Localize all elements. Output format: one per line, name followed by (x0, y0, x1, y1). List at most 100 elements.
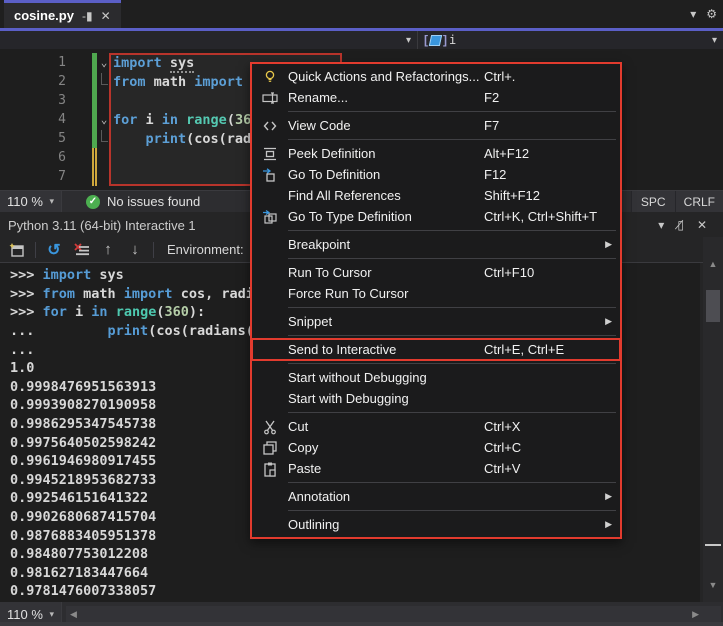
window-bottom-edge (0, 622, 723, 626)
menu-separator (252, 360, 620, 367)
line-number: 2 (0, 74, 68, 89)
line-number: 3 (0, 93, 68, 108)
clear-screen-icon[interactable] (72, 241, 90, 259)
change-tracking-bar (92, 72, 97, 91)
scroll-up-icon[interactable]: ▲ (703, 259, 723, 269)
vertical-scrollbar[interactable]: ▲ ▼ (703, 237, 723, 602)
code-token: ( (156, 304, 164, 320)
menu-item-label: Annotation (288, 489, 350, 504)
code-token: for (43, 304, 76, 320)
scrollbar-marker (705, 544, 721, 546)
code-token: print (108, 323, 149, 339)
menu-item-shortcut: F12 (484, 167, 602, 182)
member-dropdown[interactable]: [ ] i ▾ (418, 31, 723, 49)
menu-item-paste[interactable]: PasteCtrl+V (252, 458, 620, 479)
open-window-icon[interactable] (8, 241, 26, 259)
output-line: 0.981627183447664 (10, 564, 700, 583)
chevron-down-icon: ▾ (406, 35, 411, 46)
change-tracking-bar (92, 148, 97, 167)
chevron-down-icon[interactable]: ▾ (658, 218, 664, 232)
chevron-down-icon: ▾ (712, 35, 717, 46)
menu-item-run-to-cursor[interactable]: Run To CursorCtrl+F10 (252, 262, 620, 283)
menu-separator (252, 409, 620, 416)
menu-item-label: Go To Definition (288, 167, 380, 182)
gear-icon[interactable]: ⚙ (706, 7, 717, 21)
line-number: 1 (0, 55, 68, 70)
tab-title: cosine.py (14, 8, 74, 23)
menu-item-start-without-debugging[interactable]: Start without Debugging (252, 367, 620, 388)
close-icon[interactable]: ✕ (697, 218, 707, 232)
close-icon[interactable]: ✕ (101, 10, 111, 22)
menu-item-label: Quick Actions and Refactorings... (288, 69, 479, 84)
menu-item-view-code[interactable]: View CodeF7 (252, 115, 620, 136)
code-token: from (43, 286, 84, 302)
submenu-arrow-icon: ▶ (602, 491, 612, 502)
pin-icon[interactable]: -▮ (82, 10, 93, 22)
menu-item-copy[interactable]: CopyCtrl+C (252, 437, 620, 458)
tab-cosine-py[interactable]: cosine.py -▮ ✕ (4, 0, 121, 28)
check-icon: ✓ (86, 195, 100, 209)
lightbulb-icon (258, 69, 282, 85)
change-tracking-bar (92, 110, 97, 129)
scroll-down-icon[interactable]: ▼ (703, 580, 723, 590)
menu-item-label: Snippet (288, 314, 332, 329)
menu-item-snippet[interactable]: Snippet▶ (252, 311, 620, 332)
menu-item-label: Paste (288, 461, 321, 476)
editor-zoom-control[interactable]: 110 % ▾ (0, 191, 62, 212)
copy-icon (258, 440, 282, 456)
context-menu: Quick Actions and Refactorings...Ctrl+.R… (250, 62, 622, 539)
menu-item-label: Start without Debugging (288, 370, 427, 385)
menu-item-outlining[interactable]: Outlining▶ (252, 514, 620, 535)
change-tracking-bar (92, 129, 97, 148)
menu-separator (252, 479, 620, 486)
rename-icon (258, 90, 282, 106)
menu-item-find-all-references[interactable]: Find All ReferencesShift+F12 (252, 185, 620, 206)
repl-prompt: ... (10, 323, 43, 339)
code-token: i (75, 304, 91, 320)
menu-item-cut[interactable]: CutCtrl+X (252, 416, 620, 437)
menu-item-shortcut: Ctrl+E, Ctrl+E (484, 342, 602, 357)
code-token: ): (189, 304, 205, 320)
line-number: 5 (0, 131, 68, 146)
menu-item-quick-actions-and-refactorings[interactable]: Quick Actions and Refactorings...Ctrl+. (252, 66, 620, 87)
horizontal-scrollbar[interactable]: ◀ ▶ (66, 606, 721, 622)
menu-item-breakpoint[interactable]: Breakpoint▶ (252, 234, 620, 255)
line-ending-indicator[interactable]: CRLF (675, 191, 723, 212)
whitespace-indicator[interactable]: SPC (631, 191, 675, 212)
scrollbar-thumb[interactable] (706, 290, 720, 322)
pin-icon[interactable]: ▯̸ (677, 218, 684, 232)
menu-item-send-to-interactive[interactable]: Send to Interactive Ctrl+E, Ctrl+E (252, 339, 620, 360)
menu-item-label: Send to Interactive (288, 342, 396, 357)
scroll-left-icon[interactable]: ◀ (70, 606, 77, 622)
history-previous-icon[interactable]: ↑ (99, 241, 117, 259)
code-token: range (116, 304, 157, 320)
repl-prompt: >>> (10, 286, 43, 302)
menu-item-rename[interactable]: Rename...F2 (252, 87, 620, 108)
menu-item-shortcut: Alt+F12 (484, 146, 602, 161)
paste-icon (258, 461, 282, 477)
code-token: import (43, 267, 100, 283)
menu-item-go-to-type-definition[interactable]: Go To Type DefinitionCtrl+K, Ctrl+Shift+… (252, 206, 620, 227)
menu-item-shortcut: Ctrl+F10 (484, 265, 602, 280)
menu-item-go-to-definition[interactable]: Go To Definition F12 (252, 164, 620, 185)
menu-separator (252, 227, 620, 234)
project-dropdown[interactable]: ▾ (0, 31, 418, 49)
go-to-definition-icon (258, 167, 282, 183)
issues-status-message: No issues found (107, 194, 200, 209)
vs-window: cosine.py -▮ ✕ ▾ ⚙ ▾ [ ] i ▾ 1⌄import sy… (0, 0, 723, 626)
menu-item-peek-definition[interactable]: Peek DefinitionAlt+F12 (252, 143, 620, 164)
menu-item-shortcut: Ctrl+X (484, 419, 602, 434)
menu-item-annotation[interactable]: Annotation ▶ (252, 486, 620, 507)
output-line: 0.9781476007338057 (10, 582, 700, 601)
menu-item-force-run-to-cursor[interactable]: Force Run To Cursor (252, 283, 620, 304)
scroll-right-icon[interactable]: ▶ (692, 606, 699, 622)
outline-guide (101, 130, 108, 142)
document-dropdown-icon[interactable]: ▾ (690, 7, 696, 21)
menu-item-start-with-debugging[interactable]: Start with Debugging (252, 388, 620, 409)
history-next-icon[interactable]: ↓ (126, 241, 144, 259)
chevron-down-icon: ▾ (49, 196, 54, 207)
interactive-window-title: Python 3.11 (64-bit) Interactive 1 (8, 218, 196, 233)
reset-interactive-icon[interactable]: ↺ (45, 241, 63, 259)
interactive-zoom-level: 110 % (7, 607, 43, 622)
editor-zoom-level: 110 % (7, 194, 43, 209)
